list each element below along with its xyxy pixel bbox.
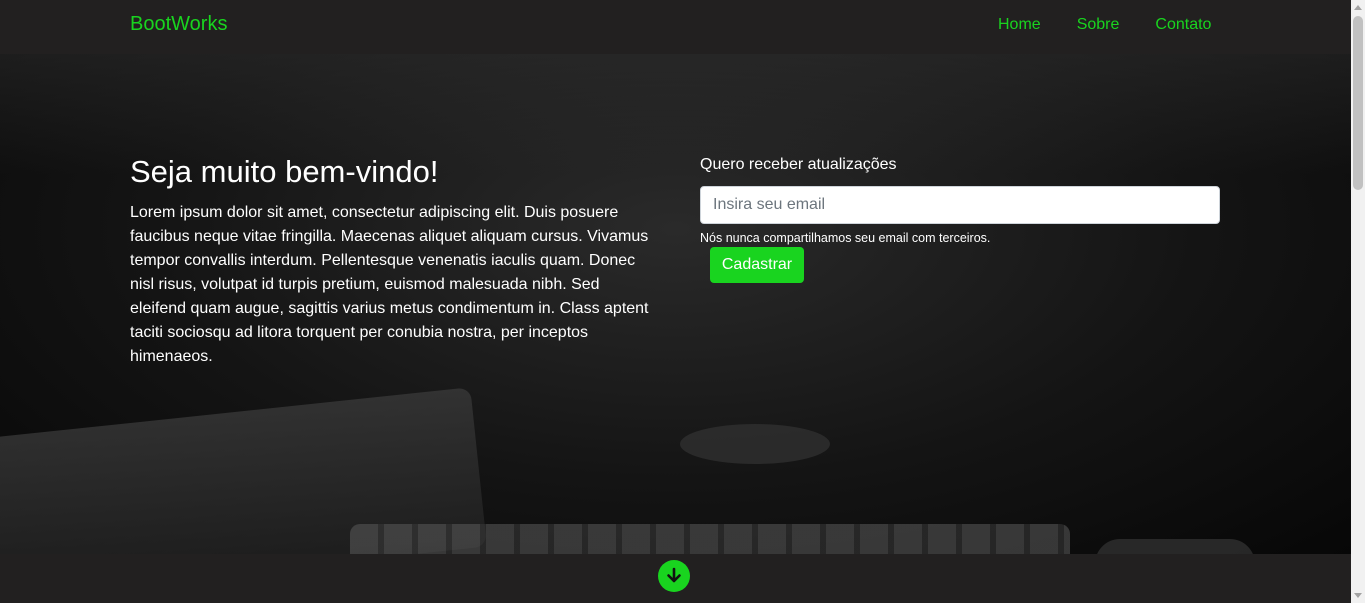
footer-bar: [0, 554, 1351, 603]
background-mouse: [1095, 539, 1255, 554]
nav-link-contato[interactable]: Contato: [1155, 16, 1211, 34]
hero-text: Lorem ipsum dolor sit amet, consectetur …: [130, 204, 649, 365]
email-input[interactable]: [700, 186, 1220, 224]
brand-link[interactable]: BootWorks: [130, 13, 227, 36]
cadastrar-button[interactable]: Cadastrar: [710, 247, 804, 283]
nav-links: Home Sobre Contato: [998, 16, 1247, 34]
background-keyboard: [350, 524, 1070, 554]
scroll-down-icon[interactable]: [1354, 593, 1362, 598]
navbar: BootWorks Home Sobre Contato: [0, 0, 1351, 54]
scroll-down-button[interactable]: [658, 560, 690, 592]
hero-section: Seja muito bem-vindo! Lorem ipsum dolor …: [0, 54, 1351, 554]
email-help-text: Nós nunca compartilhamos seu email com t…: [700, 231, 991, 245]
background-cup: [680, 424, 830, 464]
nav-link-sobre[interactable]: Sobre: [1077, 16, 1120, 34]
scroll-up-icon[interactable]: [1354, 5, 1362, 10]
arrow-down-circle-icon: [667, 567, 681, 583]
scrollbar-thumb[interactable]: [1353, 16, 1363, 190]
nav-link-home[interactable]: Home: [998, 16, 1041, 34]
newsletter-label: Quero receber atualizações: [700, 156, 897, 173]
hero-title: Seja muito bem-vindo!: [130, 154, 439, 189]
scrollbar[interactable]: [1351, 0, 1365, 603]
